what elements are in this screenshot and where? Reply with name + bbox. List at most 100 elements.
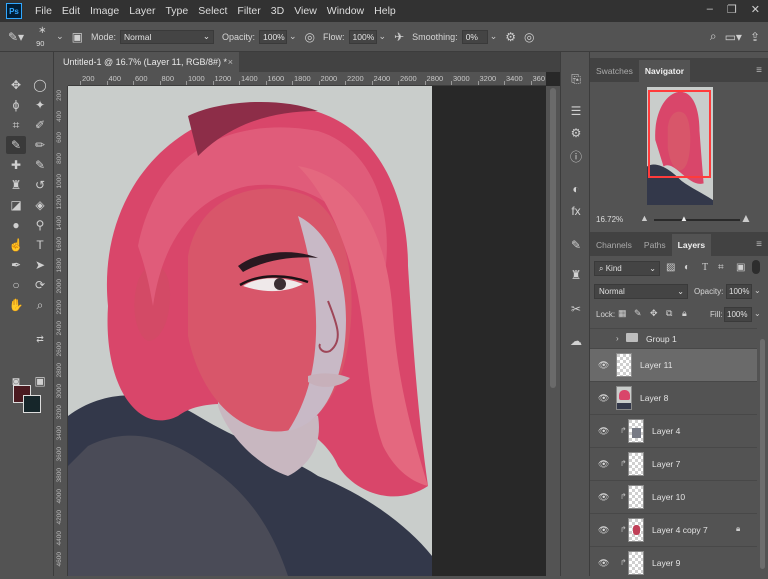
menu-layer[interactable]: Layer xyxy=(124,5,160,17)
layer-opacity-chevron-icon[interactable]: ⌄ xyxy=(754,286,761,295)
filter-shape-icon[interactable]: ⌗ xyxy=(718,262,724,273)
visibility-eye-icon[interactable]: 👁︎ xyxy=(598,525,609,535)
menu-help[interactable]: Help xyxy=(369,5,401,17)
opacity-field[interactable]: 100% xyxy=(259,29,287,44)
workspace-icon[interactable]: ▭▾ xyxy=(725,30,742,44)
libraries-icon[interactable]: ☁ xyxy=(566,334,586,352)
visibility-eye-icon[interactable]: 👁︎ xyxy=(598,393,609,403)
tool-presets-icon[interactable]: ✂ xyxy=(566,302,586,320)
opacity-chevron-icon[interactable]: ⌄ xyxy=(289,31,297,42)
zoom-out-icon[interactable]: ▲ xyxy=(640,213,649,223)
menu-view[interactable]: View xyxy=(289,5,322,17)
hand-tool-icon[interactable]: ✋ xyxy=(6,296,26,314)
zoom-slider-track[interactable] xyxy=(654,219,740,221)
layer-row-layer-4[interactable]: 👁︎ ↱ Layer 4 xyxy=(590,414,757,447)
lock-artboard-icon[interactable]: ⧉ xyxy=(666,308,672,319)
eraser-tool-icon[interactable]: ◪ xyxy=(6,196,26,214)
lasso-tool-icon[interactable]: ϕ xyxy=(6,96,26,114)
brush-settings-panel-icon[interactable]: ✎ xyxy=(566,238,586,256)
pencil-tool-icon[interactable]: ✏ xyxy=(30,136,50,154)
zoom-in-icon[interactable]: ▲ xyxy=(740,211,752,225)
quick-mask-icon[interactable]: ◙ xyxy=(6,372,26,390)
screen-mode-icon[interactable]: ▣ xyxy=(30,372,50,390)
minimize-button[interactable]: – xyxy=(707,3,713,16)
crop-tool-icon[interactable]: ⌗ xyxy=(6,116,26,134)
restore-button[interactable]: ❐ xyxy=(727,3,737,16)
pen-tool-icon[interactable]: ✒ xyxy=(6,256,26,274)
menu-type[interactable]: Type xyxy=(160,5,193,17)
styles-icon[interactable]: fx xyxy=(566,204,586,222)
layer-row-layer-4-copy-7[interactable]: 👁︎ ↱ Layer 4 copy 7 🔒︎ xyxy=(590,513,757,546)
layer-filter-select[interactable]: ⌕ Kind ⌄ xyxy=(594,261,660,276)
scrollbar-thumb[interactable] xyxy=(760,339,765,569)
smoothing-field[interactable]: 0% xyxy=(461,29,488,44)
layer-row-layer-8[interactable]: 👁︎ Layer 8 xyxy=(590,381,757,414)
visibility-eye-icon[interactable]: 👁︎ xyxy=(598,492,609,502)
clone-stamp-tool-icon[interactable]: ♜ xyxy=(6,176,26,194)
path-selection-tool-icon[interactable]: ➤ xyxy=(30,256,50,274)
info-icon[interactable]: ⓘ xyxy=(566,148,586,166)
visibility-eye-icon[interactable]: 👁︎ xyxy=(598,558,609,568)
swap-colors-icon[interactable]: ⇄ xyxy=(30,330,50,348)
rotate-view-tool-icon[interactable]: ⟳ xyxy=(30,276,50,294)
document-tab[interactable]: Untitled-1 @ 16.7% (Layer 11, RGB/8#) * … xyxy=(55,52,239,72)
history-icon[interactable]: ⎘ xyxy=(566,72,586,90)
layers-scrollbar[interactable] xyxy=(757,337,768,576)
panel-menu-icon[interactable]: ≡ xyxy=(756,65,762,76)
menu-3d[interactable]: 3D xyxy=(266,5,289,17)
menu-image[interactable]: Image xyxy=(85,5,124,17)
vertical-ruler[interactable]: 200 400 600 800 1000 1200 1400 1600 1800 2000 2200… xyxy=(55,86,68,576)
brush-settings-icon[interactable]: ▣ xyxy=(72,30,83,44)
photoshop-logo[interactable]: Ps xyxy=(6,3,22,19)
layer-row-layer-10[interactable]: 👁︎ ↱ Layer 10 xyxy=(590,480,757,513)
smudge-tool-icon[interactable]: ☝ xyxy=(6,236,26,254)
visibility-eye-icon[interactable]: 👁︎ xyxy=(598,360,609,370)
lock-pixels-icon[interactable]: ✎ xyxy=(634,308,642,319)
visibility-eye-icon[interactable]: 👁︎ xyxy=(598,459,609,469)
filter-toggle-icon[interactable] xyxy=(752,260,760,274)
brush-tool-icon[interactable]: ✎ xyxy=(6,136,26,154)
eyedropper-tool-icon[interactable]: ✐ xyxy=(30,116,50,134)
menu-filter[interactable]: Filter xyxy=(232,5,265,17)
tab-swatches[interactable]: Swatches xyxy=(590,60,639,82)
mode-select[interactable]: Normal ⌄ xyxy=(119,29,214,44)
lock-all-icon[interactable]: 🔒︎ xyxy=(682,308,687,319)
ruler-origin[interactable] xyxy=(55,72,68,86)
filter-pixel-icon[interactable]: ▨ xyxy=(666,262,675,273)
layer-row-layer-9[interactable]: 👁︎ ↱ Layer 9 xyxy=(590,546,757,579)
menu-file[interactable]: File xyxy=(30,5,57,17)
visibility-eye-icon[interactable]: 👁︎ xyxy=(598,426,609,436)
brush-tool-preset-icon[interactable]: ✎▾ xyxy=(8,30,24,44)
filter-smart-object-icon[interactable]: ▣ xyxy=(736,262,745,273)
menu-window[interactable]: Window xyxy=(322,5,369,17)
ellipse-tool-icon[interactable]: ○ xyxy=(6,276,26,294)
properties-icon[interactable]: ☰ xyxy=(566,104,586,122)
close-button[interactable]: ✕ xyxy=(751,3,760,16)
group-expand-chevron-icon[interactable]: › xyxy=(616,334,619,343)
move-tool-icon[interactable]: ✥ xyxy=(6,76,26,94)
canvas-vertical-scrollbar[interactable] xyxy=(546,86,560,576)
actions-icon[interactable]: ⚙ xyxy=(566,126,586,144)
brush-size-picker[interactable]: ∗ 90 xyxy=(34,24,56,50)
scrollbar-thumb[interactable] xyxy=(550,88,556,388)
layer-row-layer-7[interactable]: 👁︎ ↱ Layer 7 xyxy=(590,447,757,480)
close-tab-icon[interactable]: × xyxy=(228,57,233,67)
filter-type-icon[interactable]: T xyxy=(702,262,708,273)
navigator-view-box[interactable] xyxy=(648,90,711,178)
flow-field[interactable]: 100% xyxy=(348,29,377,44)
tab-channels[interactable]: Channels xyxy=(590,234,638,256)
pressure-opacity-icon[interactable]: ◎ xyxy=(305,30,315,44)
canvas[interactable] xyxy=(68,86,546,576)
airbrush-icon[interactable]: ✈ xyxy=(394,30,404,44)
dodge-tool-icon[interactable]: ⚲ xyxy=(30,216,50,234)
tab-paths[interactable]: Paths xyxy=(638,234,672,256)
zoom-tool-icon[interactable]: ⌕ xyxy=(30,296,50,314)
clone-source-icon[interactable]: ♜ xyxy=(566,268,586,286)
pressure-size-icon[interactable]: ◎ xyxy=(524,30,534,44)
background-color-swatch[interactable] xyxy=(23,395,41,413)
navigator-zoom-value[interactable]: 16.72% xyxy=(596,215,623,224)
adjustments-icon[interactable]: ◐ xyxy=(566,182,586,200)
smoothing-chevron-icon[interactable]: ⌄ xyxy=(490,31,498,42)
brush-picker-chevron-icon[interactable]: ⌄ xyxy=(56,31,64,42)
menu-edit[interactable]: Edit xyxy=(57,5,85,17)
